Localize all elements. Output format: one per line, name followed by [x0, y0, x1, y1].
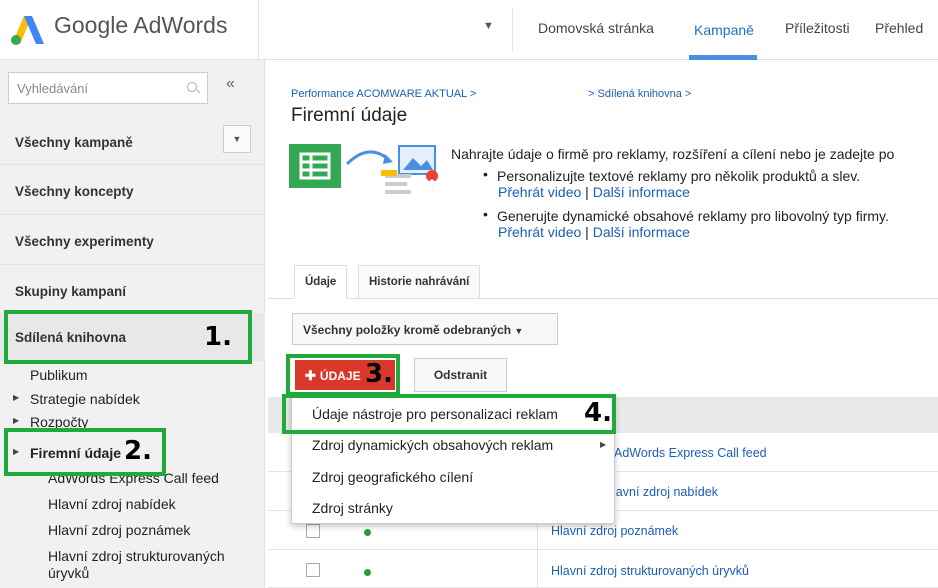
expand-icon[interactable]: ▶	[13, 416, 19, 425]
more-info-link[interactable]: Další informace	[593, 184, 690, 200]
tab-data[interactable]: Údaje	[294, 265, 348, 299]
link-separator: |	[581, 184, 593, 200]
status-dot-icon	[364, 569, 371, 576]
row-link-notes[interactable]: Hlavní zdroj poznámek	[551, 524, 678, 538]
sidebar-item-bid-strategies[interactable]: Strategie nabídek	[30, 391, 140, 407]
sidebar-subitem-snippets-cont: úryvků	[48, 565, 90, 581]
sidebar-item-campaign-groups[interactable]: Skupiny kampaní	[15, 284, 126, 299]
annotation-number-4: 4.	[584, 398, 612, 428]
collapse-sidebar-icon[interactable]: «	[226, 75, 235, 93]
row-checkbox[interactable]	[306, 524, 320, 538]
links-row-2: Přehrát video | Další informace	[498, 224, 690, 240]
search-placeholder: Vyhledávání	[17, 81, 89, 96]
more-info-link[interactable]: Další informace	[593, 224, 690, 240]
breadcrumb-shared-library[interactable]: > Sdílená knihovna >	[588, 88, 691, 100]
divider	[512, 8, 513, 52]
play-video-link[interactable]: Přehrát video	[498, 224, 581, 240]
sidebar-subitem-offers[interactable]: Hlavní zdroj nabídek	[48, 496, 176, 512]
search-input[interactable]: Vyhledávání	[8, 72, 208, 104]
annotation-box-4	[282, 394, 616, 434]
divider	[258, 0, 259, 60]
row-checkbox[interactable]	[306, 563, 320, 577]
row-link-snippets[interactable]: Hlavní zdroj strukturovaných úryvků	[551, 564, 749, 578]
divider	[0, 164, 265, 165]
brand-name[interactable]: Google AdWords	[54, 12, 227, 39]
annotation-number-3: 3.	[365, 359, 393, 389]
menu-item-dynamic-display[interactable]: Zdroj dynamických obsahových reklam	[312, 437, 553, 453]
delete-button[interactable]: Odstranit	[414, 358, 507, 392]
nav-home[interactable]: Domovská stránka	[538, 20, 654, 36]
filter-label: Všechny položky kromě odebraných	[303, 323, 512, 337]
expand-icon[interactable]: ▶	[13, 393, 19, 402]
account-dropdown-icon[interactable]: ▼	[483, 20, 494, 32]
annotation-number-1: 1.	[204, 322, 232, 352]
sidebar-subitem-notes[interactable]: Hlavní zdroj poznámek	[48, 522, 190, 538]
sidebar-item-all-experiments[interactable]: Všechny experimenty	[15, 234, 154, 249]
bullet-dot: •	[483, 166, 488, 182]
nav-campaigns[interactable]: Kampaně	[694, 22, 754, 38]
description: Nahrajte údaje o firmě pro reklamy, rozš…	[451, 146, 895, 162]
submenu-arrow-icon: ▶	[600, 440, 607, 449]
nav-overview[interactable]: Přehled	[875, 20, 923, 36]
divider	[0, 264, 265, 265]
chevron-down-icon[interactable]: ▼	[223, 125, 251, 153]
business-data-illustration-icon	[289, 144, 439, 196]
sidebar-subitem-snippets[interactable]: Hlavní zdroj strukturovaných	[48, 548, 225, 564]
row-link-call-feed[interactable]: AdWords Express Call feed	[614, 446, 767, 460]
divider	[0, 214, 265, 215]
chevron-down-icon: ▼	[514, 326, 524, 336]
breadcrumb-campaign[interactable]: Performance ACOMWARE AKTUAL >	[291, 88, 476, 100]
bullet-text-1: Personalizujte textové reklamy pro někol…	[497, 168, 861, 184]
top-bar: Google AdWords ▼ Domovská stránka Kampan…	[0, 0, 938, 60]
links-row-1: Přehrát video | Další informace	[498, 184, 690, 200]
page-title: Firemní údaje	[291, 105, 408, 126]
tab-upload-history[interactable]: Historie nahrávání	[358, 265, 481, 299]
menu-item-location-targeting[interactable]: Zdroj geografického cílení	[312, 469, 473, 485]
bullet-dot: •	[483, 206, 488, 222]
status-dot-icon	[364, 529, 371, 536]
bullet-text-2: Generujte dynamické obsahové reklamy pro…	[497, 208, 889, 224]
play-video-link[interactable]: Přehrát video	[498, 184, 581, 200]
menu-item-page-feed[interactable]: Zdroj stránky	[312, 500, 393, 516]
adwords-logo-icon	[11, 16, 44, 45]
nav-opportunities[interactable]: Příležitosti	[785, 20, 850, 36]
row-link-offers[interactable]: Hlavní zdroj nabídek	[604, 485, 718, 499]
link-separator: |	[581, 224, 593, 240]
filter-dropdown[interactable]: Všechny položky kromě odebraných ▼	[292, 313, 558, 345]
sidebar-item-all-campaigns[interactable]: Všechny kampaně	[15, 135, 133, 150]
annotation-number-2: 2.	[124, 436, 152, 466]
sidebar-item-audience[interactable]: Publikum	[30, 367, 88, 383]
search-icon[interactable]	[187, 82, 197, 92]
active-tab-indicator	[689, 55, 757, 60]
sidebar-item-all-drafts[interactable]: Všechny koncepty	[15, 184, 134, 199]
